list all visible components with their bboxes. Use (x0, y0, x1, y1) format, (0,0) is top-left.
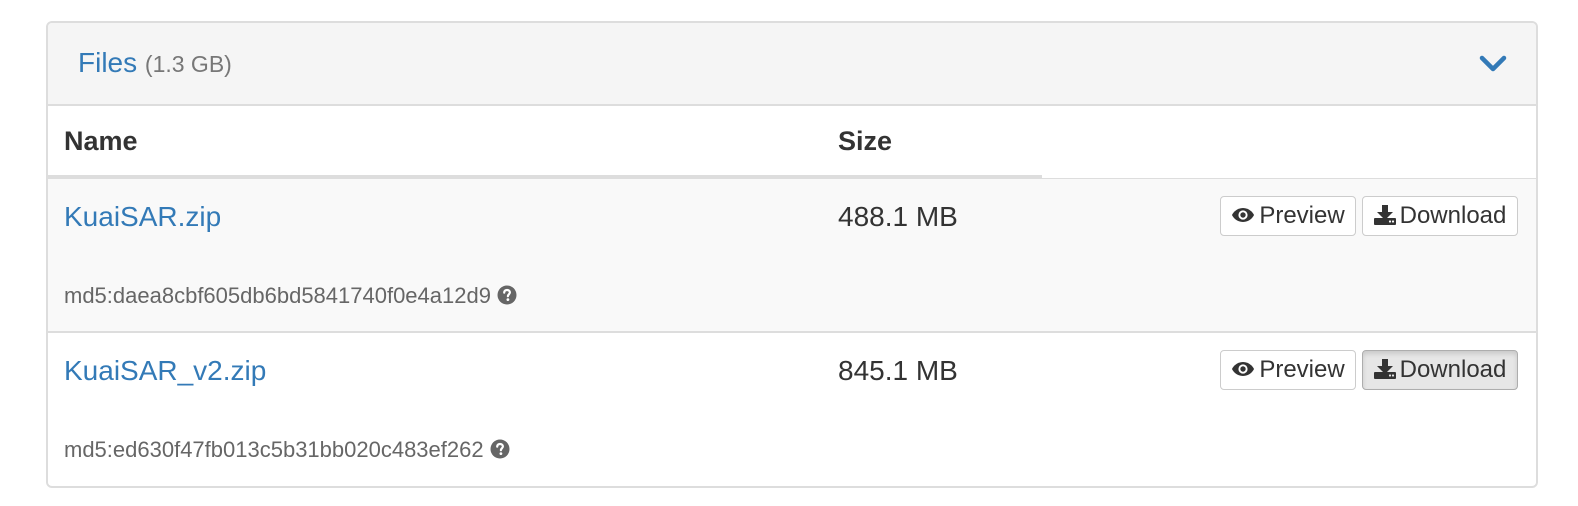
file-size: 488.1 MB (838, 201, 958, 232)
preview-button[interactable]: Preview (1220, 350, 1356, 390)
download-label: Download (1399, 356, 1507, 383)
download-button[interactable]: Download (1362, 350, 1518, 390)
eye-icon (1232, 207, 1255, 222)
preview-label: Preview (1259, 356, 1345, 383)
files-panel-header[interactable]: Files (1.3 GB) (48, 23, 1536, 106)
table-row: KuaiSAR.zip 488.1 MB Preview Download md… (48, 179, 1536, 333)
files-title: Files (78, 47, 138, 78)
download-icon (1373, 204, 1396, 225)
checksum-text: md5:daea8cbf605db6bd5841740f0e4a12d9 (64, 283, 491, 308)
table-header (48, 106, 1536, 179)
table-row: KuaiSAR_v2.zip 845.1 MB Preview Download… (48, 333, 1536, 485)
file-size: 845.1 MB (838, 355, 958, 386)
files-panel: Files (1.3 GB) Name Size KuaiSAR.zip 488… (46, 21, 1538, 488)
column-header-name: Name (64, 126, 138, 156)
eye-icon (1232, 361, 1255, 376)
question-circle-icon[interactable] (490, 439, 510, 459)
panel-title: Files (1.3 GB) (78, 45, 232, 82)
file-link[interactable]: KuaiSAR.zip (64, 199, 221, 235)
question-circle-icon[interactable] (497, 285, 517, 305)
download-icon (1373, 358, 1396, 379)
preview-button[interactable]: Preview (1220, 196, 1356, 236)
preview-label: Preview (1259, 202, 1345, 229)
files-total-size: (1.3 GB) (144, 51, 232, 77)
chevron-down-icon[interactable] (1478, 51, 1508, 75)
download-button[interactable]: Download (1362, 196, 1518, 236)
file-checksum: md5:ed630f47fb013c5b31bb020c483ef262 (64, 435, 510, 465)
file-link[interactable]: KuaiSAR_v2.zip (64, 353, 266, 389)
checksum-text: md5:ed630f47fb013c5b31bb020c483ef262 (64, 437, 484, 462)
file-checksum: md5:daea8cbf605db6bd5841740f0e4a12d9 (64, 281, 517, 311)
download-label: Download (1399, 202, 1507, 229)
column-header-size: Size (838, 126, 893, 156)
